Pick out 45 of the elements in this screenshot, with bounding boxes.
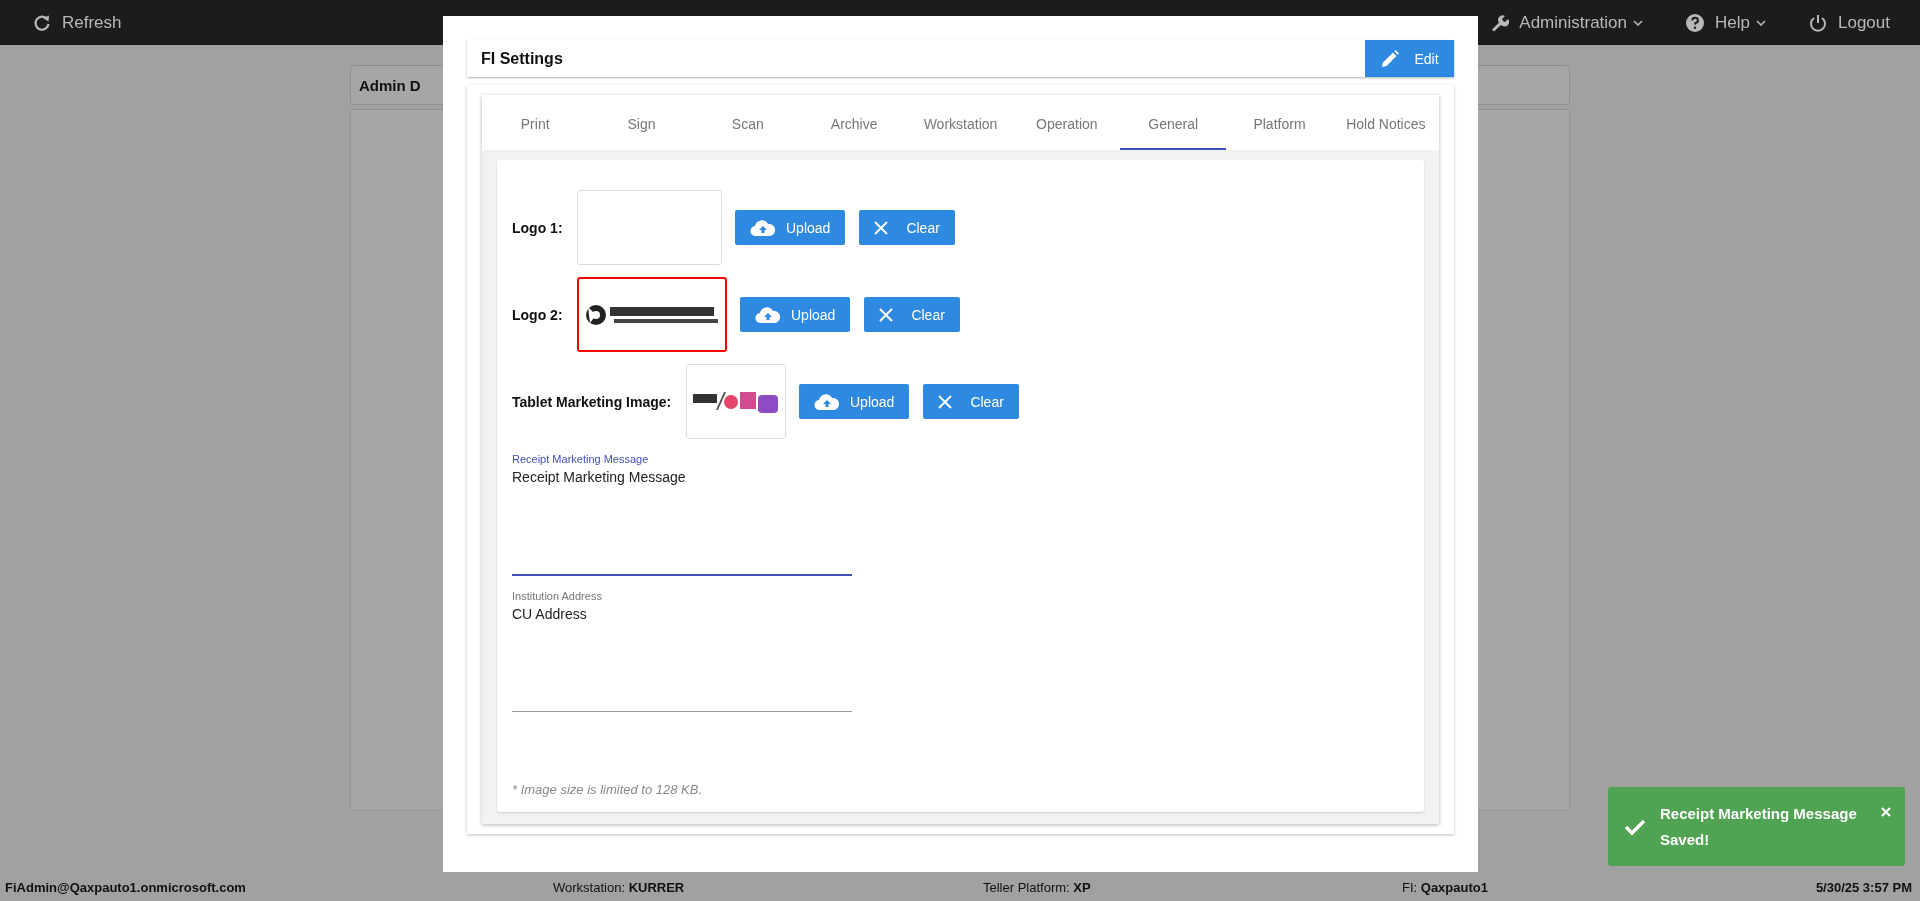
power-icon xyxy=(1808,12,1828,33)
edit-button[interactable]: Edit xyxy=(1365,40,1454,77)
panel-title: Admin D xyxy=(359,76,421,94)
cloud-upload-icon xyxy=(755,305,781,324)
help-icon xyxy=(1685,12,1706,33)
field-label: Logo 1: xyxy=(512,219,564,236)
status-item: FI: Qaxpauto1 xyxy=(1402,879,1489,895)
field-label: Logo 2: xyxy=(512,306,564,323)
clear-button[interactable]: Clear xyxy=(864,297,960,332)
clear-button[interactable]: Clear xyxy=(923,384,1019,419)
field-label: Receipt Marketing Message xyxy=(512,453,649,465)
cloud-upload-icon xyxy=(814,392,840,411)
refresh-button[interactable]: Refresh xyxy=(32,12,122,33)
toast-message: Receipt Marketing Message Saved! xyxy=(1660,803,1858,850)
tab[interactable]: Platform xyxy=(1226,95,1333,150)
field-label: Institution Address xyxy=(512,590,602,602)
dialog-title: FI Settings xyxy=(481,49,563,68)
menu-dropdown[interactable]: Administration xyxy=(1489,12,1644,33)
close-icon xyxy=(874,220,889,235)
tab[interactable]: Scan xyxy=(694,95,801,150)
close-icon xyxy=(938,394,953,409)
tab[interactable]: Print xyxy=(482,95,589,150)
tab[interactable]: Sign xyxy=(588,95,695,150)
size-note: * Image size is limited to 128 KB. xyxy=(512,782,704,797)
menu-dropdown[interactable]: Help xyxy=(1685,12,1766,33)
wrench-icon xyxy=(1489,12,1510,33)
date-time: 5/30/25 3:57 PM xyxy=(1815,879,1912,895)
tab[interactable]: Hold Notices xyxy=(1332,95,1439,150)
status-item: Workstation: KURRER xyxy=(553,879,686,895)
clear-button[interactable]: Clear xyxy=(859,210,955,245)
close-icon xyxy=(879,307,894,322)
field-label: Tablet Marketing Image: xyxy=(512,393,673,410)
user-email: FiAdmin@Qaxpauto1.onmicrosoft.com xyxy=(5,879,247,895)
upload-button[interactable]: Upload xyxy=(740,297,851,332)
tab[interactable]: Operation xyxy=(1013,95,1120,150)
pencil-icon xyxy=(1380,48,1401,69)
status-item: Teller Platform: XP xyxy=(983,879,1092,895)
tab[interactable]: Archive xyxy=(801,95,908,150)
tab[interactable]: Workstation xyxy=(907,95,1014,150)
check-icon xyxy=(1624,817,1646,836)
close-icon[interactable] xyxy=(1881,807,1891,817)
logout-button[interactable]: Logout xyxy=(1808,12,1890,33)
upload-button[interactable]: Upload xyxy=(799,384,910,419)
upload-button[interactable]: Upload xyxy=(735,210,846,245)
cloud-upload-icon xyxy=(750,218,776,237)
